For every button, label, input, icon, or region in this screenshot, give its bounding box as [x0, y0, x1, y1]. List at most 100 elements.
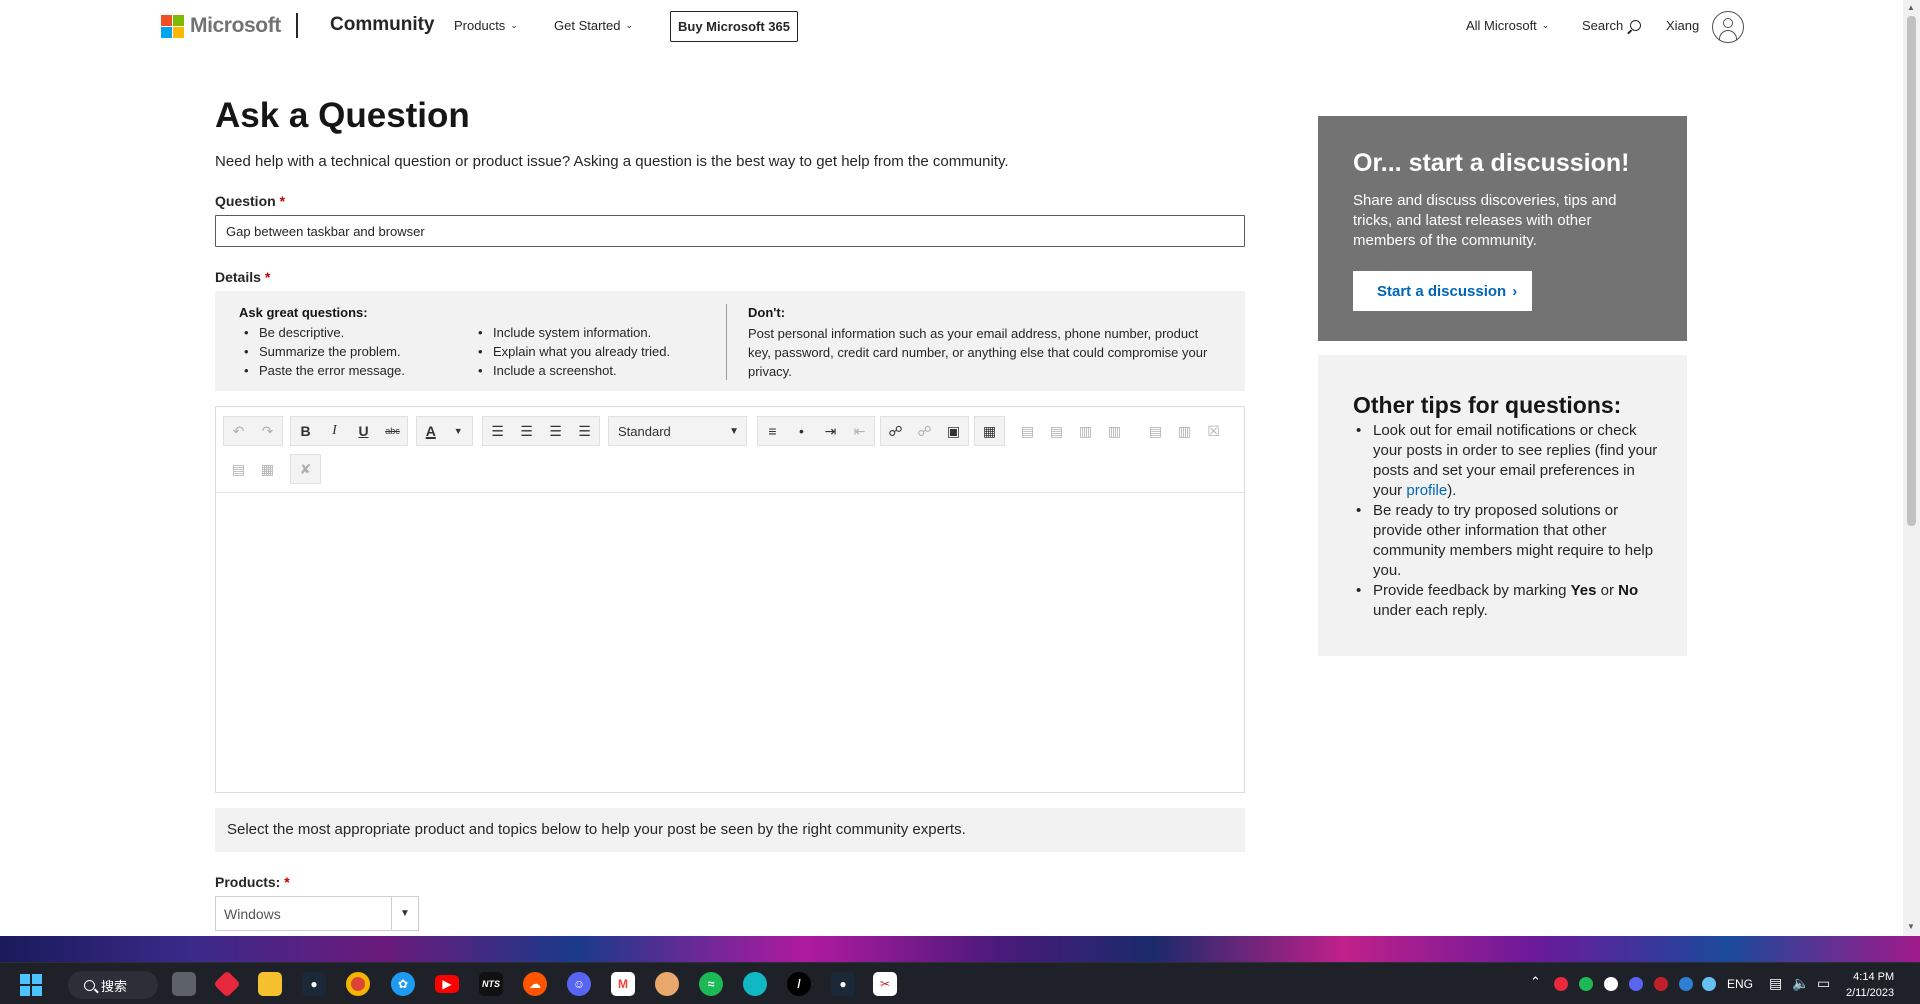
- epic-icon[interactable]: /: [787, 972, 811, 996]
- table-edit-group: ▤ ▤ ▥ ▥: [1012, 416, 1130, 446]
- tray-app-icon[interactable]: [1604, 977, 1618, 991]
- dont-heading: Don't:: [748, 305, 786, 320]
- other-tips-card: Other tips for questions: Look out for e…: [1318, 355, 1687, 656]
- account-avatar-icon[interactable]: [1712, 11, 1744, 43]
- scroll-down-icon[interactable]: ▼: [1907, 922, 1915, 931]
- network-icon[interactable]: ▤: [1769, 975, 1782, 992]
- task-view-icon[interactable]: [172, 972, 196, 996]
- align-right-icon[interactable]: ☰: [541, 417, 570, 445]
- tray-steam-icon[interactable]: [1702, 977, 1716, 991]
- bulleted-list-icon[interactable]: •: [787, 417, 816, 445]
- header-search-button[interactable]: Search: [1582, 18, 1642, 33]
- profile-link[interactable]: profile: [1406, 482, 1447, 499]
- column-right-icon[interactable]: ▥: [1100, 417, 1129, 445]
- steam-icon[interactable]: ●: [831, 972, 855, 996]
- tray-app-icon[interactable]: [1554, 977, 1568, 991]
- details-label-text: Details: [215, 269, 261, 285]
- tray-spotify-icon[interactable]: [1579, 977, 1593, 991]
- outdent-icon[interactable]: ⇤: [845, 417, 874, 445]
- redo-icon[interactable]: ↷: [253, 417, 282, 445]
- italic-icon[interactable]: I: [320, 417, 349, 445]
- microsoft-logo[interactable]: Microsoft: [161, 14, 281, 38]
- row-below-icon[interactable]: ▤: [1042, 417, 1071, 445]
- link-icon[interactable]: ☍: [881, 417, 910, 445]
- column-left-icon[interactable]: ▥: [1071, 417, 1100, 445]
- indent-icon[interactable]: ⇥: [816, 417, 845, 445]
- font-color-dropdown-icon[interactable]: ▼: [445, 417, 473, 445]
- font-color-icon[interactable]: A: [417, 417, 445, 445]
- tray-app-icon[interactable]: [1654, 977, 1668, 991]
- ask-tips-list-1: Be descriptive. Summarize the problem. P…: [239, 323, 405, 380]
- weather-icon[interactable]: [655, 972, 679, 996]
- soundcloud-icon[interactable]: ☁: [523, 972, 547, 996]
- bold-icon[interactable]: B: [291, 417, 320, 445]
- align-left-icon[interactable]: ☰: [483, 417, 512, 445]
- products-menu[interactable]: Products ⌄: [454, 18, 518, 33]
- required-mark: *: [284, 874, 290, 890]
- youtube-icon[interactable]: ▶: [435, 975, 459, 993]
- merge-cells-icon[interactable]: ▤: [224, 455, 253, 483]
- gmail-icon[interactable]: M: [611, 972, 635, 996]
- desktop-wallpaper-strip: [0, 936, 1920, 962]
- tray-discord-icon[interactable]: [1629, 977, 1643, 991]
- buy-microsoft-365-button[interactable]: Buy Microsoft 365: [670, 11, 798, 42]
- editor-body[interactable]: [216, 493, 1244, 793]
- get-started-menu[interactable]: Get Started ⌄: [554, 18, 633, 33]
- delete-row-icon[interactable]: ▤: [1141, 417, 1170, 445]
- numbered-list-icon[interactable]: ≡: [758, 417, 787, 445]
- header-search-label: Search: [1582, 18, 1624, 33]
- volume-icon[interactable]: 🔈: [1792, 975, 1809, 992]
- paragraph-format-select[interactable]: Standard ▼: [608, 416, 747, 446]
- row-above-icon[interactable]: ▤: [1013, 417, 1042, 445]
- rich-text-editor: ↶ ↷ B I U abc A ▼ ☰ ☰ ☰ ☰ Standard ▼ ≡ •…: [215, 406, 1245, 793]
- file-explorer-icon[interactable]: [258, 972, 282, 996]
- table-icon[interactable]: ▦: [975, 417, 1004, 445]
- search-icon: [84, 979, 95, 991]
- spotify-icon[interactable]: ≈: [699, 972, 723, 996]
- start-button-icon[interactable]: [20, 974, 42, 996]
- delete-column-icon[interactable]: ▥: [1170, 417, 1199, 445]
- unlink-icon[interactable]: ☍: [910, 417, 939, 445]
- nts-icon[interactable]: NTS: [479, 972, 503, 996]
- scroll-thumb[interactable]: [1907, 16, 1916, 526]
- justify-icon[interactable]: ☰: [570, 417, 599, 445]
- products-select[interactable]: Windows ▼: [215, 896, 419, 931]
- battery-icon[interactable]: ▭: [1817, 975, 1830, 992]
- microsoft-wordmark: Microsoft: [190, 14, 281, 37]
- app-diamond-icon[interactable]: [213, 970, 241, 998]
- chevron-down-icon: ⌄: [1541, 20, 1550, 30]
- discord-icon[interactable]: ☺: [567, 972, 591, 996]
- question-input[interactable]: [215, 215, 1245, 247]
- clear-formatting-icon[interactable]: ✘: [291, 455, 320, 483]
- yes-text: Yes: [1570, 582, 1597, 599]
- user-name[interactable]: Xiang: [1666, 18, 1699, 33]
- page-scrollbar[interactable]: ▲ ▼: [1903, 0, 1920, 936]
- image-icon[interactable]: ▣: [939, 417, 968, 445]
- twitter-icon[interactable]: ✿: [391, 972, 415, 996]
- split-cells-icon[interactable]: ▦: [253, 455, 282, 483]
- language-indicator[interactable]: ENG: [1727, 977, 1753, 991]
- all-microsoft-menu[interactable]: All Microsoft ⌄: [1466, 18, 1549, 33]
- page-title: Ask a Question: [215, 96, 470, 135]
- ask-great-questions-heading: Ask great questions:: [239, 305, 368, 320]
- strikethrough-icon[interactable]: abc: [378, 417, 407, 445]
- steam-icon[interactable]: ●: [302, 972, 326, 996]
- underline-icon[interactable]: U: [349, 417, 378, 445]
- undo-icon[interactable]: ↶: [224, 417, 253, 445]
- app-ring-icon[interactable]: [743, 972, 767, 996]
- taskbar-clock[interactable]: 4:14 PM 2/11/2023: [1846, 969, 1894, 1001]
- start-discussion-label: Start a discussion: [1377, 282, 1507, 300]
- community-link[interactable]: Community: [330, 14, 435, 36]
- scroll-up-icon[interactable]: ▲: [1907, 3, 1915, 12]
- table-group: ▦: [974, 416, 1005, 446]
- start-discussion-button[interactable]: Start a discussion ›: [1353, 271, 1532, 311]
- clear-format-group: ✘: [290, 454, 321, 484]
- dropdown-arrow-icon: ▼: [729, 426, 739, 437]
- delete-table-icon[interactable]: ☒: [1199, 417, 1228, 445]
- snipping-tool-icon[interactable]: ✂: [873, 972, 897, 996]
- chrome-icon[interactable]: [346, 972, 370, 996]
- tray-app-icon[interactable]: [1679, 977, 1693, 991]
- taskbar-search[interactable]: 搜索: [68, 971, 158, 999]
- align-center-icon[interactable]: ☰: [512, 417, 541, 445]
- show-hidden-icons-icon[interactable]: ⌃: [1530, 974, 1541, 990]
